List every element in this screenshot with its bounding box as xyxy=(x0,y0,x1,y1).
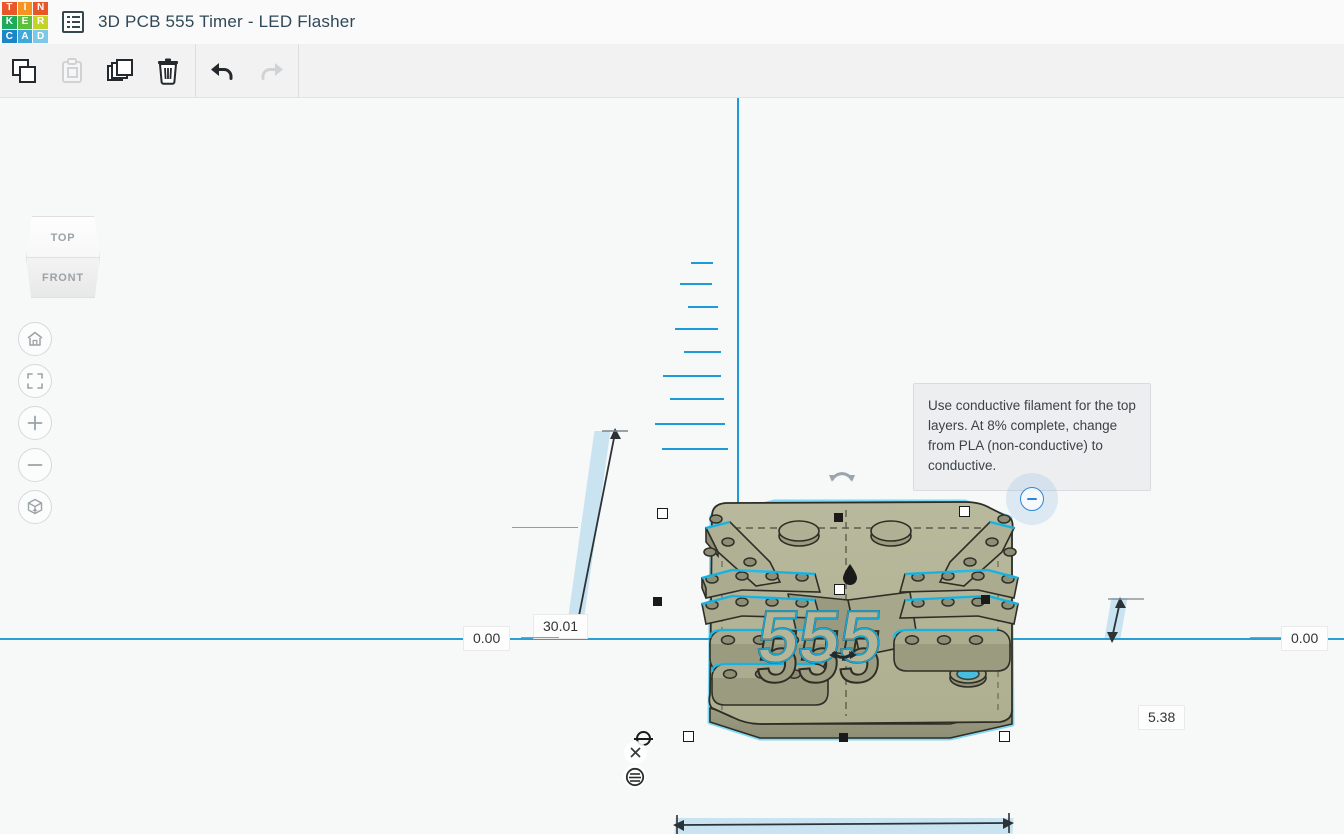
logo-tile-e: E xyxy=(18,16,33,29)
redo-button[interactable] xyxy=(247,44,295,98)
svg-text:555: 555 xyxy=(754,595,886,678)
logo-tile-i: I xyxy=(18,2,33,15)
zoom-in-button[interactable] xyxy=(18,406,52,440)
ruler-tick xyxy=(675,328,718,330)
edit-toolbar xyxy=(0,44,1344,98)
scale-handle-right-mid[interactable] xyxy=(981,595,990,604)
ruler-tick xyxy=(688,306,718,308)
paste-button[interactable] xyxy=(48,44,96,98)
scale-handle-left-mid[interactable] xyxy=(653,597,662,606)
logo-tile-k: K xyxy=(2,16,17,29)
dimension-menu-icon[interactable] xyxy=(623,765,646,788)
ruler-tick xyxy=(691,262,713,264)
3d-viewport[interactable]: 555 555 555 xyxy=(0,98,1344,834)
scale-handle-top-right[interactable] xyxy=(959,506,970,517)
duplicate-button[interactable] xyxy=(96,44,144,98)
ruler-tick xyxy=(680,283,712,285)
zoom-out-button[interactable] xyxy=(18,448,52,482)
ruler-tick xyxy=(663,375,721,377)
rotate-handle-bottom[interactable] xyxy=(828,648,858,673)
scale-handle-bottom-left[interactable] xyxy=(683,731,694,742)
view-cube[interactable]: TOP FRONT xyxy=(26,216,100,298)
logo-tile-r: R xyxy=(33,16,48,29)
close-x-icon[interactable] xyxy=(624,741,647,764)
logo-tile-d: D xyxy=(33,30,48,43)
ruler-tick xyxy=(684,351,721,353)
scale-handle-bottom-right[interactable] xyxy=(999,731,1010,742)
origin-left-label[interactable]: 0.00 xyxy=(463,626,510,651)
origin-left-lead-line xyxy=(521,637,559,638)
toolbar-divider-2 xyxy=(298,44,299,98)
view-cube-front-face[interactable]: FRONT xyxy=(26,257,100,298)
tinkercad-logo[interactable]: TIN KER CAD xyxy=(2,2,48,44)
scale-handle-top-mid[interactable] xyxy=(834,513,843,522)
height-dimension-label[interactable]: 5.38 xyxy=(1138,705,1185,730)
note-text: Use conductive filament for the top laye… xyxy=(928,398,1136,473)
undo-button[interactable] xyxy=(199,44,247,98)
logo-tile-c: C xyxy=(2,30,17,43)
top-header-bar: TIN KER CAD 3D PCB 555 Timer - LED Flasher xyxy=(0,0,1344,44)
depth-lead-line xyxy=(512,527,578,528)
origin-right-label[interactable]: 0.00 xyxy=(1281,626,1328,651)
copy-button[interactable] xyxy=(0,44,48,98)
width-dimension-arrow xyxy=(668,813,1020,834)
page-title: 3D PCB 555 Timer - LED Flasher xyxy=(98,12,355,32)
note-callout[interactable]: Use conductive filament for the top laye… xyxy=(913,383,1151,491)
viewport-nav-buttons xyxy=(18,322,52,532)
logo-tile-a: A xyxy=(18,30,33,43)
toolbar-divider-1 xyxy=(195,44,196,98)
scale-handle-top-left[interactable] xyxy=(657,508,668,519)
fit-to-view-button[interactable] xyxy=(18,364,52,398)
projection-toggle-button[interactable] xyxy=(18,490,52,524)
delete-button[interactable] xyxy=(144,44,192,98)
workplane-horizon-fade xyxy=(0,98,1344,238)
logo-tile-n: N xyxy=(33,2,48,15)
scale-handle-bottom-mid[interactable] xyxy=(839,733,848,742)
height-dimension-arrow xyxy=(1100,594,1150,646)
rotate-handle-top[interactable] xyxy=(828,465,856,488)
board-label-555: 555 555 555 xyxy=(753,595,886,698)
view-cube-top-face[interactable]: TOP xyxy=(26,216,100,258)
depth-dimension-label[interactable]: 30.01 xyxy=(533,614,588,639)
logo-tile-t: T xyxy=(2,2,17,15)
scale-handle-center[interactable] xyxy=(834,584,845,595)
home-view-button[interactable] xyxy=(18,322,52,356)
tinkercad-workspace: TIN KER CAD 3D PCB 555 Timer - LED Flasher xyxy=(0,0,1344,834)
list-icon[interactable] xyxy=(62,11,84,33)
minus-circle-icon[interactable] xyxy=(1020,487,1044,511)
